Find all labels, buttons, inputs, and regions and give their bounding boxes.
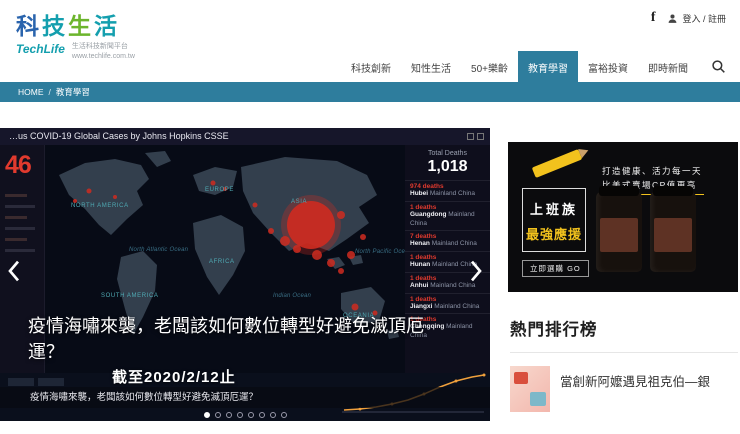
- death-count: 1 deaths: [410, 295, 437, 303]
- death-region: Henan Mainland China: [410, 240, 477, 248]
- logo-tagline: 生活科技新聞平台 www.techlife.com.tw: [71, 43, 135, 60]
- ad-title-line2: 最強應援: [525, 227, 582, 242]
- login-register[interactable]: 登入 / 註冊: [667, 12, 726, 25]
- map-ocean-label: North Pacific Ocean: [355, 249, 405, 255]
- user-icon: [669, 13, 677, 23]
- logo-subline: TechLife 生活科技新聞平台 www.techlife.com.tw: [16, 42, 135, 62]
- death-count: 1 deaths: [410, 203, 437, 211]
- login-register-label[interactable]: 登入 / 註冊: [682, 12, 726, 25]
- total-deaths-label: Total Deaths: [428, 150, 467, 157]
- ad-cta-button[interactable]: 立即選購 GO: [522, 260, 589, 277]
- facebook-icon[interactable]: f: [651, 10, 656, 26]
- nav-item[interactable]: 知性生活: [401, 51, 461, 84]
- logo-brand: TechLife: [16, 42, 65, 56]
- dashboard-title-bar: …us COVID-19 Global Cases by Johns Hopki…: [0, 128, 490, 145]
- nav-item[interactable]: 富裕投資: [578, 51, 638, 84]
- ranking-item[interactable]: 當創新阿嬤遇見祖克伯—銀: [510, 366, 738, 412]
- header-utility: f 登入 / 註冊: [651, 10, 726, 26]
- logo-char: 科: [16, 13, 42, 39]
- hero-carousel[interactable]: …us COVID-19 Global Cases by Johns Hopki…: [0, 128, 490, 421]
- death-region: Jiangxi Mainland China: [410, 302, 480, 310]
- region-list-decoration: [5, 194, 44, 252]
- slide-caption-text: 疫情海嘯來襲，老闆該如何數位轉型好避免滅頂厄運？: [30, 392, 259, 403]
- ad-title-line1: 上班族: [529, 202, 578, 217]
- carousel-dot[interactable]: [225, 412, 232, 418]
- carousel-dot[interactable]: [236, 412, 243, 418]
- logo-char: 生: [68, 13, 94, 39]
- carousel-dot[interactable]: [269, 412, 276, 418]
- ranking-item-title[interactable]: 當創新阿嬤遇見祖克伯—銀: [560, 366, 710, 412]
- dashboard-title: …us COVID-19 Global Cases by Johns Hopki…: [9, 131, 229, 141]
- logo-title: 科技生活: [16, 7, 135, 41]
- sidebar-ad-banner[interactable]: 打造健康、活力每一天 比美式賣場CP值更高 上班族 最強應援 立即選購 GO: [508, 142, 738, 292]
- site-logo[interactable]: 科技生活 TechLife 生活科技新聞平台 www.techlife.com.…: [16, 7, 135, 62]
- death-region: Guangdong Mainland China: [410, 210, 475, 227]
- total-deaths-value: 1,018: [427, 158, 468, 175]
- slide-caption-bar: 疫情海嘯來襲，老闆該如何數位轉型好避免滅頂厄運？: [0, 387, 490, 408]
- pencil-graphic: [531, 149, 583, 178]
- logo-url: www.techlife.com.tw: [71, 52, 135, 60]
- breadcrumb-separator: /: [48, 87, 51, 97]
- confirmed-count-partial: 46: [5, 151, 32, 179]
- nav-item[interactable]: 50+樂齡: [461, 51, 518, 84]
- ad-title-box: 上班族 最強應援: [522, 188, 586, 252]
- carousel-dot[interactable]: [280, 412, 287, 418]
- main-nav: 科技創新 知性生活 50+樂齡 教育學習 富裕投資 即時新聞: [341, 51, 698, 84]
- carousel-prev-button[interactable]: [5, 256, 23, 288]
- logo-char: 活: [94, 13, 120, 39]
- breadcrumb-home[interactable]: HOME: [18, 87, 44, 97]
- page: 科技生活 TechLife 生活科技新聞平台 www.techlife.com.…: [0, 0, 740, 434]
- popular-ranking-title: 熱門排行榜: [510, 321, 598, 339]
- cutoff-date-text: 截至2020/2/12止: [112, 369, 236, 386]
- nav-item[interactable]: 教育學習: [518, 51, 578, 84]
- carousel-dot[interactable]: [247, 412, 254, 418]
- breadcrumb: HOME / 教育學習: [0, 82, 740, 102]
- dashboard-footer-decoration: [8, 378, 64, 386]
- product-jar: [650, 186, 696, 272]
- ad-tagline-1: 打造健康、活力每一天: [602, 166, 703, 176]
- map-continent-label: EUROPE: [205, 187, 234, 193]
- map-ocean-label: Indian Ocean: [273, 293, 312, 299]
- map-continent-label: NORTH AMERICA: [71, 203, 129, 209]
- search-icon[interactable]: [711, 59, 726, 74]
- death-region: Hubei Mainland China: [410, 190, 476, 197]
- carousel-next-button[interactable]: [467, 256, 485, 288]
- death-row: 974 deaths Hubei Mainland China: [405, 180, 490, 201]
- ranking-divider: [510, 352, 738, 353]
- breadcrumb-current: 教育學習: [55, 87, 90, 97]
- death-count: 7 deaths: [410, 233, 437, 241]
- map-ocean-label: North Atlantic Ocean: [129, 247, 189, 253]
- carousel-dot[interactable]: [258, 412, 265, 418]
- carousel-dot[interactable]: [214, 412, 221, 418]
- ranking-thumbnail[interactable]: [510, 366, 550, 412]
- death-row: 1 deaths Jiangxi Mainland China: [405, 292, 490, 314]
- death-row: 7 deaths Henan Mainland China: [405, 230, 490, 251]
- map-continent-label: ASIA: [291, 199, 308, 205]
- map-continent-label: SOUTH AMERICA: [101, 293, 159, 299]
- product-jar: [596, 186, 642, 272]
- ranking-list: 當創新阿嬤遇見祖克伯—銀: [510, 366, 738, 412]
- slide-headline-link[interactable]: 疫情海嘯來襲，老闆該如何數位轉型好避免滅頂厄運？: [28, 314, 436, 365]
- death-row: 1 deaths Guangdong Mainland China: [405, 200, 490, 231]
- carousel-dot[interactable]: [203, 412, 210, 418]
- dashboard-window-icons: [467, 128, 484, 145]
- logo-char: 技: [42, 13, 68, 39]
- map-continent-label: AFRICA: [209, 259, 235, 265]
- nav-item[interactable]: 科技創新: [341, 51, 401, 84]
- death-count: 974 deaths: [410, 183, 444, 190]
- nav-item[interactable]: 即時新聞: [638, 51, 698, 84]
